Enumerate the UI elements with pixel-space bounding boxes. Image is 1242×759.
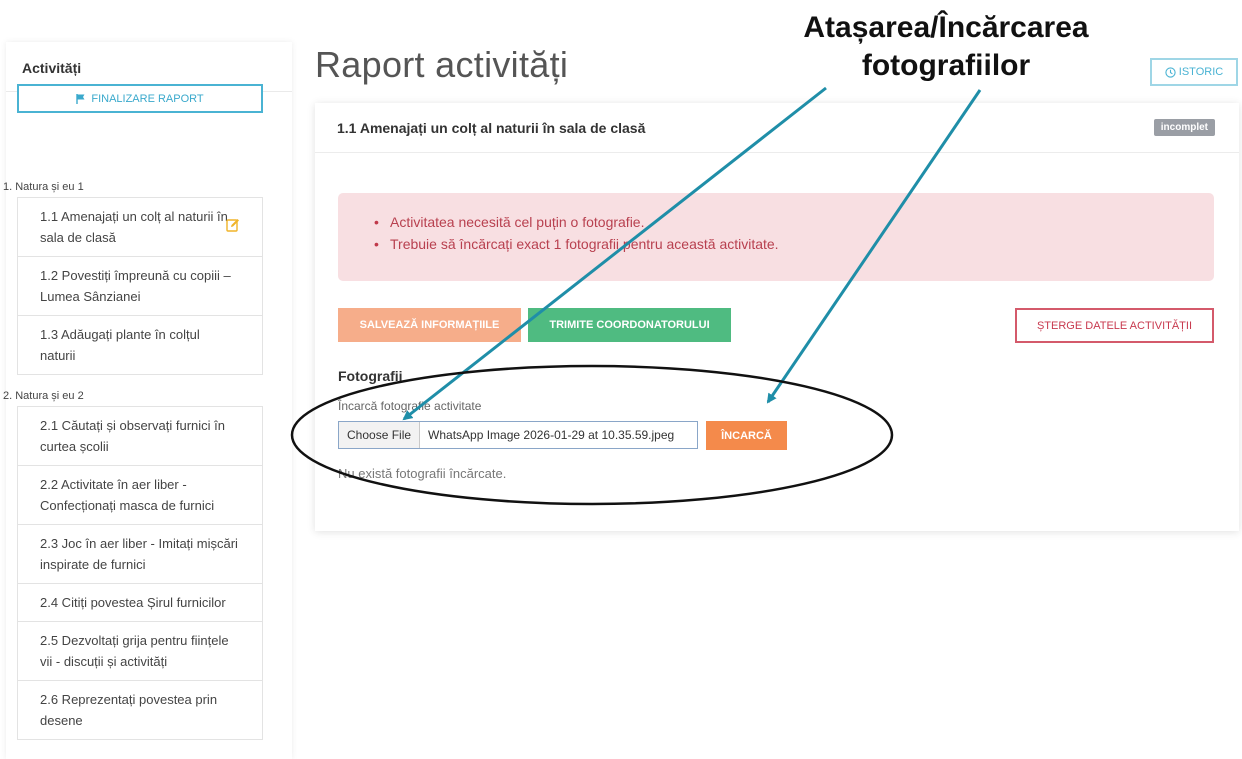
photos-section-title: Fotografii [338, 368, 403, 384]
upload-button[interactable]: ÎNCARCĂ [706, 421, 787, 450]
file-input[interactable]: Choose File WhatsApp Image 2026-01-29 at… [338, 421, 698, 449]
send-to-coordinator-button[interactable]: TRIMITE COORDONATORULUI [528, 308, 731, 342]
group-label-1: 1. Natura și eu 1 [3, 181, 84, 193]
group-label-2: 2. Natura și eu 2 [3, 390, 84, 402]
status-badge: incomplet [1153, 119, 1215, 136]
sidebar-item-1-2[interactable]: 1.2 Povestiți împreună cu copiii – Lumea… [17, 257, 263, 316]
finalize-report-button[interactable]: FINALIZARE RAPORT [17, 84, 263, 113]
sidebar-item-2-1[interactable]: 2.1 Căutați și observați furnici în curt… [17, 406, 263, 466]
annotation-line-2: fotografiilor [861, 49, 1031, 82]
error-alert: Activitatea necesită cel puțin o fotogra… [338, 193, 1214, 281]
sidebar-item-label: 1.3 Adăugați plante în colțul naturii [40, 327, 200, 363]
sidebar-item-label: 2.3 Joc în aer liber - Imitați mișcări i… [40, 536, 238, 572]
sidebar-item-label: 2.5 Dezvoltați grija pentru ființele vii… [40, 633, 229, 669]
choose-file-button[interactable]: Choose File [339, 422, 421, 448]
save-info-button[interactable]: SALVEAZĂ INFORMAȚIILE [338, 308, 521, 342]
sidebar-item-label: 1.2 Povestiți împreună cu copiii – Lumea… [40, 268, 231, 304]
edit-icon[interactable] [226, 218, 240, 232]
history-button[interactable]: ISTORIC [1150, 58, 1238, 86]
activity-card: 1.1 Amenajați un colț al naturii în sala… [315, 103, 1239, 531]
delete-activity-data-button[interactable]: ȘTERGE DATELE ACTIVITĂȚII [1015, 308, 1214, 343]
sidebar-item-2-3[interactable]: 2.3 Joc în aer liber - Imitați mișcări i… [17, 525, 263, 584]
empty-photos-message: Nu există fotografii încărcate. [338, 466, 507, 481]
activity-list-group-1: 1.1 Amenajați un colț al naturii în sala… [17, 197, 263, 375]
sidebar-item-1-1[interactable]: 1.1 Amenajați un colț al naturii în sala… [17, 197, 263, 257]
sidebar-item-2-5[interactable]: 2.5 Dezvoltați grija pentru ființele vii… [17, 622, 263, 681]
page-title: Raport activități [315, 44, 569, 85]
error-message: Activitatea necesită cel puțin o fotogra… [374, 211, 1214, 233]
card-title: 1.1 Amenajați un colț al naturii în sala… [315, 103, 1239, 153]
activity-list-group-2: 2.1 Căutați și observați furnici în curt… [17, 406, 263, 740]
finalize-report-label: FINALIZARE RAPORT [91, 92, 204, 105]
flag-icon [76, 93, 85, 104]
history-label: ISTORIC [1178, 66, 1224, 78]
sidebar-item-label: 2.4 Citiți povestea Șirul furnicilor [40, 595, 226, 610]
sidebar-item-2-6[interactable]: 2.6 Reprezentați povestea prin desene [17, 681, 263, 740]
sidebar-item-2-4[interactable]: 2.4 Citiți povestea Șirul furnicilor [17, 584, 263, 622]
sidebar-item-label: 2.1 Căutați și observați furnici în curt… [40, 418, 225, 454]
sidebar-item-1-3[interactable]: 1.3 Adăugați plante în colțul naturii [17, 316, 263, 375]
upload-field-label: Încarcă fotografie activitate [338, 399, 482, 413]
annotation-caption: Atașarea/Încărcarea fotografiilor [786, 9, 1106, 85]
selected-file-name: WhatsApp Image 2026-01-29 at 10.35.59.jp… [428, 428, 675, 442]
sidebar-item-2-2[interactable]: 2.2 Activitate în aer liber - Confecțion… [17, 466, 263, 525]
error-message: Trebuie să încărcați exact 1 fotografii … [374, 233, 1214, 255]
sidebar-item-label: 1.1 Amenajați un colț al naturii în sala… [40, 209, 228, 245]
sidebar-item-label: 2.2 Activitate în aer liber - Confecțion… [40, 477, 215, 513]
clock-icon [1165, 66, 1176, 78]
sidebar-item-label: 2.6 Reprezentați povestea prin desene [40, 692, 218, 728]
annotation-line-1: Atașarea/Încărcarea [803, 11, 1089, 44]
